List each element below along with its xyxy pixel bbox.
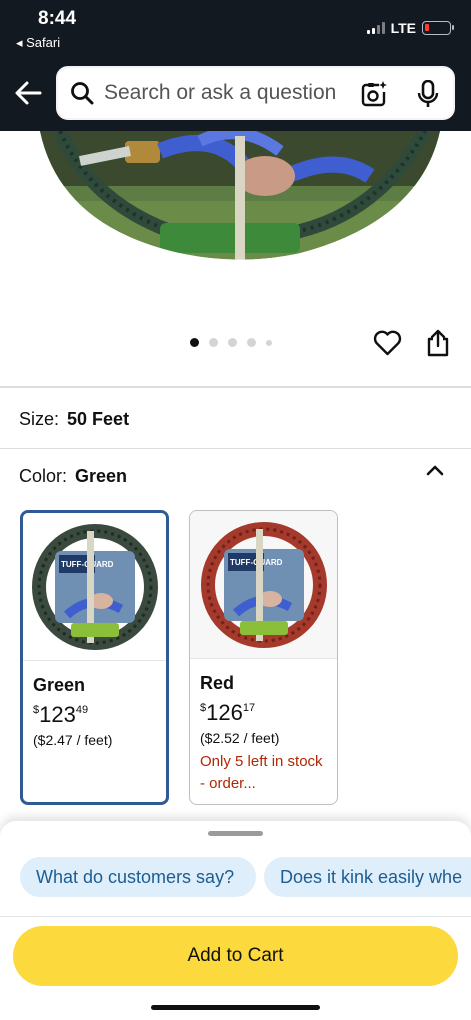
battery-icon (422, 21, 454, 35)
variant-card-green[interactable]: TUFF-GUARD Green $12349 ($2.47 / feet) (20, 510, 169, 805)
size-label: Size: (19, 409, 60, 429)
image-carousel-dots (190, 338, 272, 347)
variant-image: TUFF-GUARD (190, 511, 337, 659)
variant-unit-price: ($2.52 / feet) (200, 730, 280, 746)
color-value: Green (75, 466, 128, 486)
search-bar[interactable] (56, 66, 455, 120)
search-input[interactable] (104, 78, 344, 108)
hose-coil-image: TUFF-GUARD (200, 521, 327, 648)
status-indicators: LTE (366, 20, 454, 36)
variant-unit-price: ($2.47 / feet) (33, 732, 113, 748)
hose-coil-image: TUFF-GUARD (31, 523, 158, 650)
top-bar: 8:44 ◂ Safari LTE (0, 0, 471, 131)
hose-product-photo (40, 131, 440, 260)
question-chip[interactable]: Does it kink easily whe (264, 857, 471, 897)
search-icon (71, 82, 94, 105)
back-arrow-icon[interactable] (14, 80, 42, 106)
question-chip[interactable]: What do customers say? (20, 857, 256, 897)
carousel-dot[interactable] (190, 338, 199, 347)
variant-image: TUFF-GUARD (23, 513, 166, 661)
status-time: 8:44 (38, 8, 77, 29)
variant-price: $12349 (33, 702, 89, 727)
camera-lens-icon[interactable] (360, 80, 388, 108)
product-image[interactable] (0, 131, 471, 261)
carousel-dot[interactable] (228, 338, 237, 347)
carousel-dot[interactable] (247, 338, 256, 347)
home-indicator (151, 1005, 320, 1010)
color-row[interactable]: Color: Green (19, 466, 127, 487)
stock-warning: Only 5 left in stock - order... (200, 753, 323, 792)
network-label: LTE (390, 20, 416, 36)
section-divider (0, 448, 471, 449)
share-icon[interactable] (426, 329, 450, 357)
size-value: 50 Feet (67, 409, 130, 429)
sheet-drag-handle[interactable] (208, 831, 263, 836)
add-to-cart-button[interactable]: Add to Cart (13, 926, 458, 986)
size-row[interactable]: Size: 50 Feet (19, 409, 129, 430)
color-label: Color: (19, 466, 68, 486)
carousel-dot[interactable] (209, 338, 218, 347)
back-to-safari-link[interactable]: ◂ Safari (16, 35, 60, 51)
chevron-up-icon[interactable] (425, 463, 445, 477)
variant-name: Green (33, 675, 86, 695)
carousel-dot[interactable] (266, 339, 272, 346)
variant-price: $12617 (200, 700, 256, 725)
section-divider (0, 386, 471, 388)
sheet-divider (0, 916, 471, 917)
variant-card-red[interactable]: TUFF-GUARD Red $12617 ($2.52 / feet) Onl… (189, 510, 338, 805)
microphone-icon[interactable] (417, 80, 439, 108)
signal-icon (366, 22, 385, 34)
heart-icon[interactable] (373, 330, 402, 356)
bottom-sheet: What do customers say? Does it kink easi… (0, 821, 471, 1020)
variant-name: Red (200, 673, 235, 693)
